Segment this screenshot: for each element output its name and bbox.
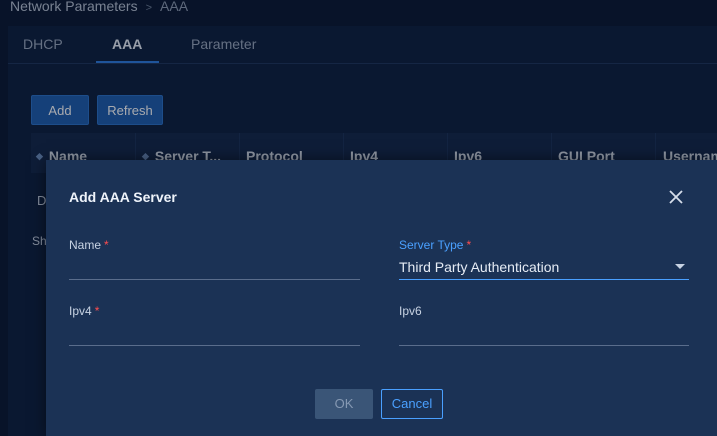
server-type-underline xyxy=(399,279,689,280)
ipv4-label: Ipv4 * xyxy=(69,304,100,318)
ipv6-label: Ipv6 xyxy=(399,304,422,318)
ipv4-input-underline xyxy=(69,345,360,346)
server-type-label: Server Type * xyxy=(399,238,472,252)
ok-button[interactable]: OK xyxy=(315,389,373,419)
add-aaa-server-dialog: Add AAA Server Name * Server Type * Third … xyxy=(46,160,717,436)
name-label: Name * xyxy=(69,238,109,252)
name-input[interactable] xyxy=(69,256,359,278)
ipv6-input[interactable] xyxy=(399,322,689,344)
cancel-button[interactable]: Cancel xyxy=(381,389,443,419)
ipv6-input-underline xyxy=(399,345,689,346)
ipv4-input[interactable] xyxy=(69,322,359,344)
server-type-select[interactable]: Third Party Authentication xyxy=(399,259,559,275)
close-icon[interactable] xyxy=(668,189,684,205)
chevron-down-icon[interactable] xyxy=(675,264,685,269)
name-input-underline xyxy=(69,279,360,280)
dialog-title: Add AAA Server xyxy=(69,189,177,205)
